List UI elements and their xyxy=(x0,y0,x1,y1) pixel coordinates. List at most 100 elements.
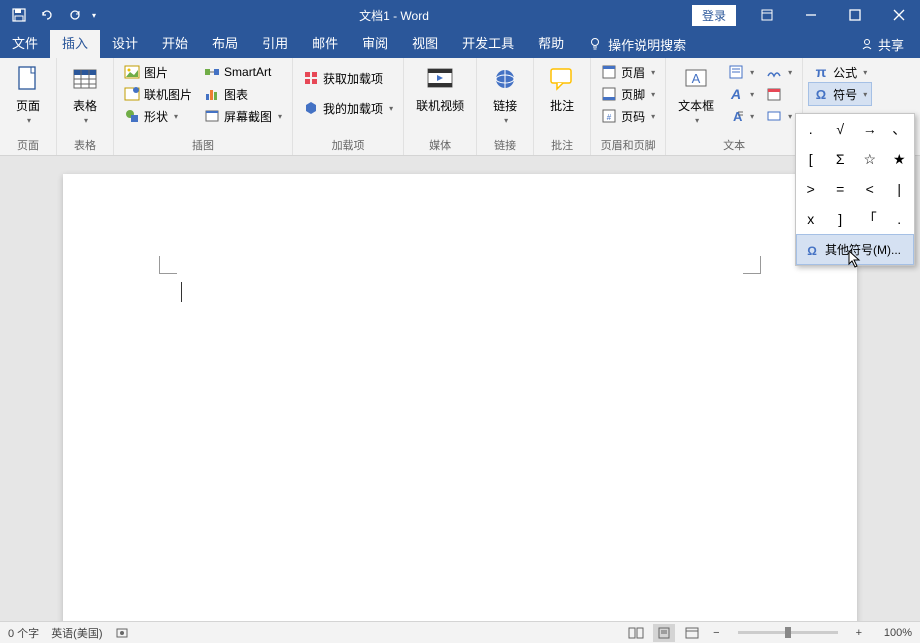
object-button[interactable]: ▾ xyxy=(762,105,796,127)
macro-indicator[interactable] xyxy=(115,625,129,641)
symbol-cell[interactable]: √ xyxy=(826,114,856,144)
screenshot-button[interactable]: 屏幕截图▾ xyxy=(200,105,286,127)
textbox-icon: A xyxy=(680,63,712,95)
dropcap-icon: A xyxy=(728,108,744,124)
share-button[interactable]: 共享 xyxy=(860,35,904,54)
equation-button[interactable]: π公式▾ xyxy=(809,61,871,83)
symbol-cell[interactable]: ☆ xyxy=(855,144,885,174)
omega-icon: Ω xyxy=(805,243,819,257)
textbox-button[interactable]: A 文本框 ▾ xyxy=(672,61,720,127)
zoom-out-button[interactable]: − xyxy=(709,627,723,639)
window-title: 文档1 - Word xyxy=(96,7,692,24)
symbol-cell[interactable]: → xyxy=(855,114,885,144)
shapes-icon xyxy=(124,108,140,124)
tab-references[interactable]: 引用 xyxy=(250,30,300,58)
undo-button[interactable] xyxy=(34,3,60,27)
svg-text:A: A xyxy=(692,71,701,86)
datetime-button[interactable] xyxy=(762,83,796,105)
text-cursor xyxy=(181,282,182,302)
web-layout-button[interactable] xyxy=(681,624,703,642)
link-icon xyxy=(489,63,521,95)
smartart-icon xyxy=(204,64,220,80)
svg-text:Ω: Ω xyxy=(816,87,826,102)
equation-icon: π xyxy=(813,64,829,80)
video-button[interactable]: 联机视频 xyxy=(410,61,470,116)
header-button[interactable]: 页眉▾ xyxy=(597,61,659,83)
symbol-cell[interactable]: . xyxy=(796,114,826,144)
symbol-cell[interactable]: 、 xyxy=(885,114,915,144)
online-picture-button[interactable]: 联机图片 xyxy=(120,83,196,105)
symbol-dropdown: . √ → 、 [ Σ ☆ ★ > = < | x ] 「 . Ω 其他符号(M… xyxy=(795,113,915,266)
svg-text:Ω: Ω xyxy=(807,244,817,257)
symbol-cell[interactable]: = xyxy=(826,174,856,204)
symbol-cell[interactable]: < xyxy=(855,174,885,204)
maximize-button[interactable] xyxy=(834,0,876,30)
footer-button[interactable]: 页脚▾ xyxy=(597,83,659,105)
tab-insert[interactable]: 插入 xyxy=(50,30,100,58)
read-mode-button[interactable] xyxy=(625,624,647,642)
chart-button[interactable]: 图表 xyxy=(200,83,286,105)
symbol-cell[interactable]: ] xyxy=(826,204,856,234)
redo-button[interactable] xyxy=(62,3,88,27)
zoom-level[interactable]: 100% xyxy=(872,627,912,639)
get-addins-button[interactable]: 获取加载项 xyxy=(299,67,397,89)
tab-start[interactable]: 开始 xyxy=(150,30,200,58)
tell-me-search[interactable]: 操作说明搜索 xyxy=(588,35,686,54)
symbol-cell[interactable]: > xyxy=(796,174,826,204)
zoom-slider[interactable] xyxy=(738,631,838,634)
page-icon xyxy=(12,63,44,95)
close-button[interactable] xyxy=(878,0,920,30)
shapes-button[interactable]: 形状▾ xyxy=(120,105,196,127)
group-pages: 页面 ▾ 页面 xyxy=(0,58,57,155)
symbol-cell[interactable]: [ xyxy=(796,144,826,174)
symbol-cell[interactable]: Σ xyxy=(826,144,856,174)
symbol-cell[interactable]: x xyxy=(796,204,826,234)
login-button[interactable]: 登录 xyxy=(692,5,736,26)
picture-button[interactable]: 图片 xyxy=(120,61,196,83)
tab-review[interactable]: 审阅 xyxy=(350,30,400,58)
language-indicator[interactable]: 英语(美国) xyxy=(51,625,102,641)
tab-mailings[interactable]: 邮件 xyxy=(300,30,350,58)
more-symbols-button[interactable]: Ω 其他符号(M)... xyxy=(796,234,914,265)
ribbon-display-button[interactable] xyxy=(746,0,788,30)
tab-view[interactable]: 视图 xyxy=(400,30,450,58)
symbol-cell[interactable]: ★ xyxy=(885,144,915,174)
pagenum-icon: # xyxy=(601,108,617,124)
symbol-cell[interactable]: 「 xyxy=(855,204,885,234)
symbol-button[interactable]: Ω符号▾ xyxy=(809,83,871,105)
footer-icon xyxy=(601,86,617,102)
statusbar: 0 个字 英语(美国) − + 100% xyxy=(0,621,920,643)
word-count[interactable]: 0 个字 xyxy=(8,625,39,641)
tab-file[interactable]: 文件 xyxy=(0,30,50,58)
addins-icon xyxy=(303,100,319,116)
signature-button[interactable]: ▾ xyxy=(762,61,796,83)
tab-help[interactable]: 帮助 xyxy=(526,30,576,58)
save-button[interactable] xyxy=(6,3,32,27)
pagenumber-button[interactable]: #页码▾ xyxy=(597,105,659,127)
smartart-button[interactable]: SmartArt xyxy=(200,61,286,83)
my-addins-button[interactable]: 我的加载项▾ xyxy=(299,97,397,119)
wordart-button[interactable]: A▾ xyxy=(724,83,758,105)
comment-button[interactable]: 批注 xyxy=(540,61,584,116)
store-icon xyxy=(303,70,319,86)
tab-developer[interactable]: 开发工具 xyxy=(450,30,526,58)
quickparts-button[interactable]: ▾ xyxy=(724,61,758,83)
dropcap-button[interactable]: A▾ xyxy=(724,105,758,127)
symbol-cell[interactable]: . xyxy=(885,204,915,234)
table-button[interactable]: 表格 ▾ xyxy=(63,61,107,127)
print-layout-button[interactable] xyxy=(653,624,675,642)
pages-button[interactable]: 页面 ▾ xyxy=(6,61,50,127)
link-button[interactable]: 链接 ▾ xyxy=(483,61,527,127)
tab-layout[interactable]: 布局 xyxy=(200,30,250,58)
minimize-button[interactable] xyxy=(790,0,832,30)
symbol-cell[interactable]: | xyxy=(885,174,915,204)
group-text: A 文本框 ▾ ▾ A▾ A▾ ▾ ▾ 文本 xyxy=(666,58,803,155)
zoom-in-button[interactable]: + xyxy=(852,627,866,639)
page[interactable] xyxy=(63,174,857,621)
svg-text:π: π xyxy=(816,64,827,80)
online-picture-icon xyxy=(124,86,140,102)
document-area[interactable] xyxy=(0,156,920,621)
margin-corner-tr xyxy=(743,256,761,274)
parts-icon xyxy=(728,64,744,80)
tab-design[interactable]: 设计 xyxy=(100,30,150,58)
